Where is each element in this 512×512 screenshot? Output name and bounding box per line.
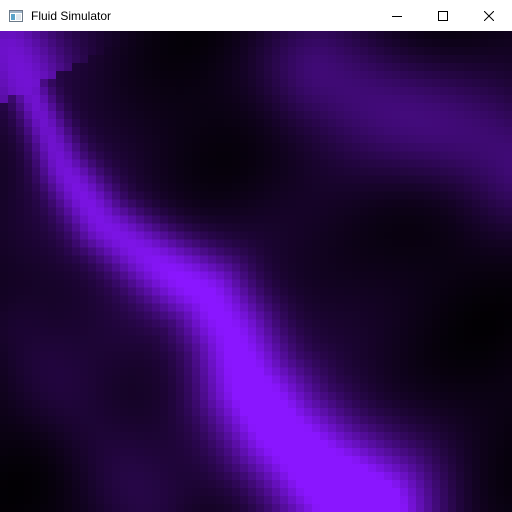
close-icon (484, 10, 494, 21)
fluid-canvas[interactable] (0, 31, 512, 512)
minimize-button[interactable] (374, 0, 420, 31)
minimize-icon (392, 15, 402, 17)
window-controls (374, 0, 512, 31)
window-title: Fluid Simulator (31, 8, 112, 23)
maximize-icon (438, 10, 448, 21)
simulation-area[interactable] (0, 31, 512, 512)
title-bar[interactable]: Fluid Simulator (0, 0, 512, 31)
maximize-button[interactable] (420, 0, 466, 31)
app-window: Fluid Simulator (0, 0, 512, 512)
app-window-icon (8, 8, 24, 24)
close-button[interactable] (466, 0, 512, 31)
